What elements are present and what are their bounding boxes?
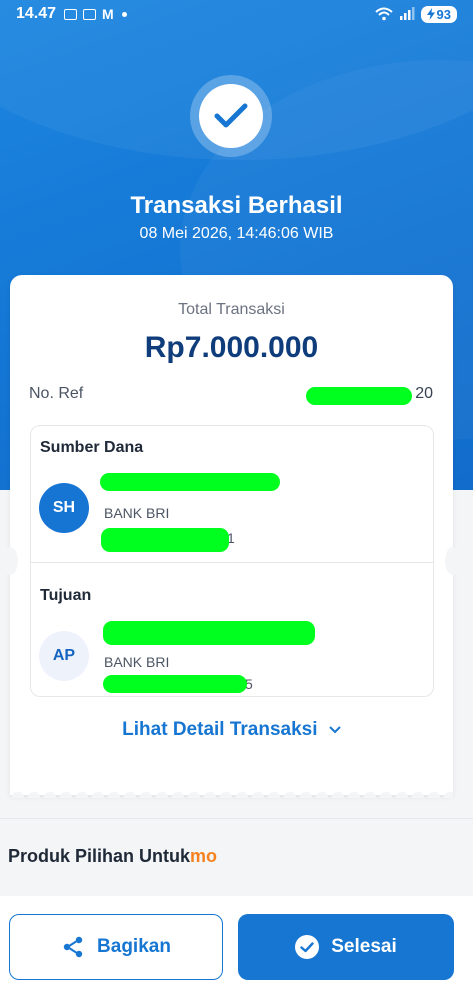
- share-button[interactable]: Bagikan: [9, 914, 223, 980]
- redacted-ref-number: [306, 387, 412, 405]
- destination-heading: Tujuan: [40, 587, 92, 604]
- status-bar: 14.47 M 93: [0, 0, 473, 28]
- redacted-destination-account: [103, 675, 247, 693]
- redacted-source-account: [101, 528, 229, 552]
- redacted-source-name: [100, 473, 280, 491]
- done-button[interactable]: Selesai: [238, 914, 454, 980]
- chevron-down-icon: [329, 726, 341, 734]
- check-icon: [214, 103, 248, 128]
- wifi-icon: [374, 7, 393, 21]
- success-badge: [190, 75, 272, 157]
- total-amount: Rp7.000.000: [144, 331, 319, 364]
- ref-number: 20: [415, 385, 433, 402]
- destination-bank: BANK BRI: [104, 654, 170, 670]
- view-transaction-detail-link[interactable]: Lihat Detail Transaksi: [10, 719, 453, 741]
- total-label: Total Transaksi: [178, 301, 285, 318]
- battery-level: 93: [436, 6, 451, 22]
- share-button-label: Bagikan: [97, 936, 171, 957]
- card-notch: [2, 547, 18, 575]
- transaction-datetime: 08 Mei 2026, 14:46:06 WIB: [139, 225, 334, 242]
- page-title: Transaksi Berhasil: [130, 192, 343, 219]
- products-section-title: Produk Pilihan Untukmo: [8, 846, 217, 867]
- divider: [0, 818, 473, 819]
- redacted-destination-name: [103, 621, 315, 645]
- status-time: 14.47: [16, 5, 57, 22]
- brand-logo-text: mo: [190, 846, 218, 866]
- share-icon: [63, 936, 83, 958]
- signal-icon: [399, 7, 415, 20]
- notification-icon: [64, 8, 78, 20]
- check-circle-icon: [295, 935, 320, 959]
- transfer-parties: Sumber Dana SH BANK BRI 1 Tujuan AP BANK…: [30, 425, 434, 697]
- more-notifications-icon: [121, 11, 127, 17]
- action-footer: Bagikan Selesai: [0, 896, 473, 1008]
- products-label: Produk Pilihan Untuk: [8, 846, 191, 866]
- notification-icon: [83, 8, 97, 20]
- destination-avatar: AP: [39, 631, 89, 681]
- source-avatar: SH: [39, 483, 89, 533]
- battery-indicator: 93: [420, 5, 457, 23]
- detail-link-label: Lihat Detail Transaksi: [122, 719, 318, 740]
- receipt-edge: [10, 786, 453, 798]
- done-button-label: Selesai: [331, 936, 397, 957]
- ref-label: No. Ref: [29, 385, 84, 402]
- source-heading: Sumber Dana: [40, 439, 144, 456]
- divider: [31, 562, 433, 563]
- charging-icon: [426, 8, 435, 20]
- gmail-icon: M: [102, 6, 114, 22]
- receipt-card: Total Transaksi Rp7.000.000 No. Ref 20 S…: [2, 275, 461, 795]
- card-notch: [445, 547, 461, 575]
- source-bank: BANK BRI: [104, 505, 170, 521]
